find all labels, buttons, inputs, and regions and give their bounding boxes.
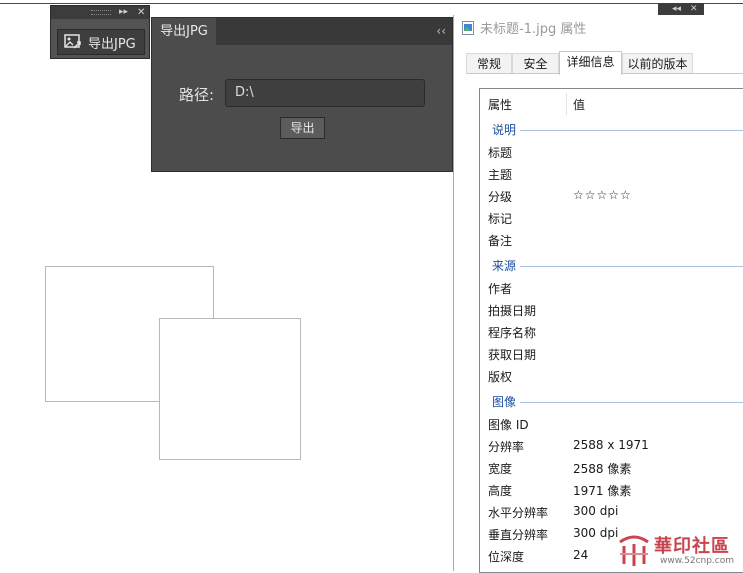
group-line [520, 402, 743, 403]
group-origin: 来源 [480, 256, 743, 276]
list-item[interactable]: 分辨率 2588 x 1971 [480, 436, 743, 458]
property-name: 作者 [488, 282, 513, 296]
property-value: 2588 像素 [573, 462, 632, 476]
list-item[interactable]: 宽度 2588 像素 [480, 458, 743, 480]
property-name: 拍摄日期 [488, 304, 537, 318]
canvas-square[interactable] [159, 318, 301, 460]
property-name: 程序名称 [488, 326, 537, 340]
close-icon[interactable]: ✕ [137, 6, 145, 19]
tab-details[interactable]: 详细信息 [559, 51, 622, 75]
tab-general[interactable]: 常规 [466, 53, 512, 74]
top-divider [0, 3, 743, 4]
window-title-text: 未标题-1.jpg 属性 [480, 22, 587, 37]
list-item[interactable]: 拍摄日期 [480, 300, 743, 322]
details-list[interactable]: 属性 值 说明 标题 主题 分级 ☆☆☆☆☆ 标记 备注 来源 作者 拍摄日期 程… [479, 88, 743, 573]
list-item[interactable]: 图像 ID [480, 414, 743, 436]
expand-icon[interactable]: ▸▸ [119, 6, 128, 19]
watermark-logo-icon [619, 535, 649, 566]
group-label: 来源 [492, 257, 521, 274]
property-name: 主题 [488, 168, 513, 182]
list-item[interactable]: 备注 [480, 230, 743, 252]
list-item[interactable]: 分级 ☆☆☆☆☆ [480, 186, 743, 208]
group-line [520, 130, 743, 131]
export-jpg-label: 导出JPG [88, 36, 136, 52]
property-name: 版权 [488, 370, 513, 384]
list-header: 属性 值 [480, 89, 743, 119]
path-label: 路径: [179, 86, 215, 104]
property-name: 宽度 [488, 462, 513, 476]
rating-stars[interactable]: ☆☆☆☆☆ [573, 188, 632, 202]
column-header-property[interactable]: 属性 [488, 96, 512, 113]
column-separator[interactable] [566, 93, 567, 115]
tab-security[interactable]: 安全 [512, 53, 559, 74]
export-button[interactable]: 导出 [280, 117, 325, 139]
list-item[interactable]: 作者 [480, 278, 743, 300]
column-header-value[interactable]: 值 [573, 96, 585, 113]
image-file-icon [462, 20, 474, 35]
ps-mini-panel: ▸▸ ✕ 导出JPG [50, 5, 150, 59]
properties-tabs: 常规 安全 详细信息 以前的版本 [466, 51, 743, 75]
property-name: 分辨率 [488, 440, 525, 454]
collapse-icon[interactable]: ‹‹ [436, 18, 446, 45]
group-line [520, 266, 743, 267]
site-watermark: 華印社區 www.52cnp.com [612, 530, 743, 571]
export-panel: 导出JPG ‹‹ 路径: D:\ 导出 [151, 17, 453, 172]
list-item[interactable]: 标记 [480, 208, 743, 230]
tab-previous-versions[interactable]: 以前的版本 [622, 53, 693, 74]
group-label: 说明 [492, 121, 521, 138]
property-name: 垂直分辨率 [488, 528, 549, 542]
group-image: 图像 [480, 392, 743, 412]
property-value: 24 [573, 548, 589, 562]
list-item[interactable]: 获取日期 [480, 344, 743, 366]
property-name: 高度 [488, 484, 513, 498]
window-title: 未标题-1.jpg 属性 [462, 18, 586, 37]
panel-tab-bar: 导出JPG ‹‹ [152, 18, 452, 45]
property-value: 2588 x 1971 [573, 438, 649, 452]
export-jpg-button[interactable]: 导出JPG [57, 29, 145, 55]
property-value: 1971 像素 [573, 484, 632, 498]
group-label: 图像 [492, 393, 521, 410]
list-item[interactable]: 高度 1971 像素 [480, 480, 743, 502]
list-item[interactable]: 标题 [480, 142, 743, 164]
property-value: 300 dpi [573, 504, 619, 518]
image-export-icon [64, 34, 81, 49]
tab-export-jpg[interactable]: 导出JPG [152, 18, 216, 45]
list-item[interactable]: 程序名称 [480, 322, 743, 344]
property-name: 图像 ID [488, 418, 529, 432]
group-description: 说明 [480, 120, 743, 140]
property-name: 标题 [488, 146, 513, 160]
property-name: 获取日期 [488, 348, 537, 362]
property-name: 水平分辨率 [488, 506, 549, 520]
property-name: 备注 [488, 234, 513, 248]
properties-window: 未标题-1.jpg 属性 常规 安全 详细信息 以前的版本 属性 值 说明 标题… [453, 15, 743, 573]
watermark-url: www.52cnp.com [660, 556, 735, 566]
list-item[interactable]: 主题 [480, 164, 743, 186]
property-name: 位深度 [488, 550, 525, 564]
watermark-text: 華印社區 [654, 536, 730, 557]
property-name: 分级 [488, 190, 513, 204]
path-input[interactable]: D:\ [225, 79, 425, 107]
panel-title-bar[interactable]: ▸▸ ✕ [51, 6, 149, 19]
drag-grip[interactable] [91, 10, 111, 15]
list-item[interactable]: 版权 [480, 366, 743, 388]
property-name: 标记 [488, 212, 513, 226]
list-item[interactable]: 水平分辨率 300 dpi [480, 502, 743, 524]
